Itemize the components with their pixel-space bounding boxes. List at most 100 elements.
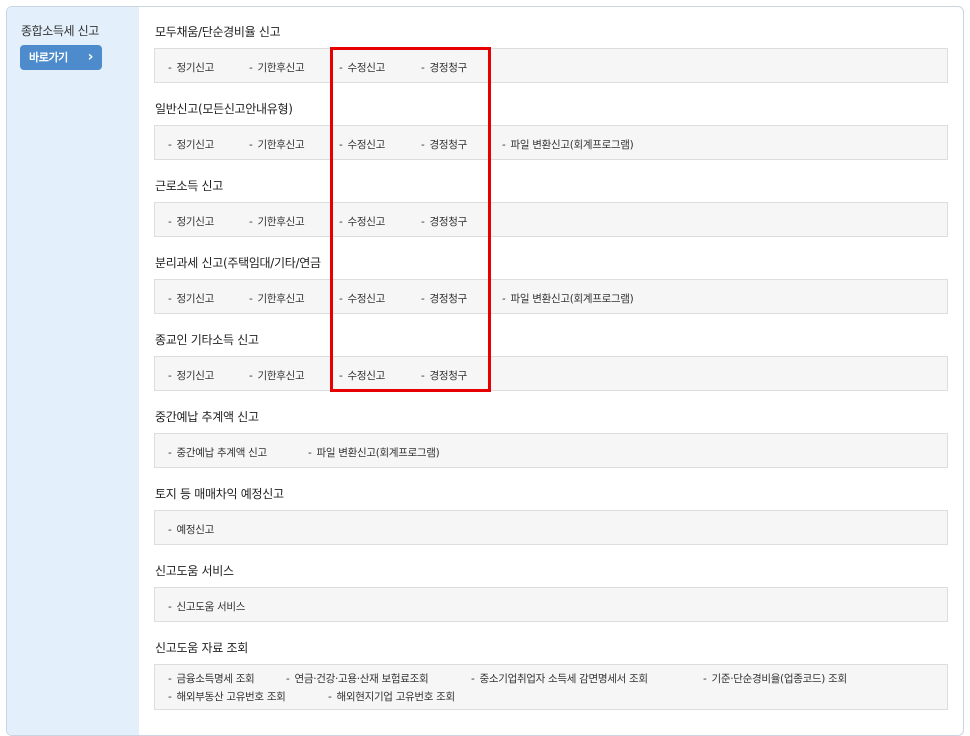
- filing-link-label: 수정신고: [347, 216, 386, 228]
- filing-link[interactable]: - 수정신고: [339, 137, 385, 152]
- dash-bullet: -: [339, 62, 343, 74]
- dash-bullet: -: [339, 139, 343, 151]
- filing-link-label: 경정청구: [429, 62, 468, 74]
- filing-link-label: 경정청구: [429, 293, 468, 305]
- filing-link[interactable]: - 기한후신고: [249, 60, 305, 75]
- section-link-box: - 정기신고 - 기한후신고 - 수정신고 - 경정청구 - 파일 변환신고(회계프로그램): [154, 279, 948, 314]
- dash-bullet: -: [168, 691, 172, 703]
- filing-link-label: 경정청구: [429, 216, 468, 228]
- filing-link-label: 정기신고: [176, 370, 215, 382]
- filing-link[interactable]: - 정기신고: [168, 214, 214, 229]
- section-link-box: - 신고도움 서비스: [154, 587, 948, 622]
- filing-link[interactable]: - 중소기업취업자 소득세 감면명세서 조회: [471, 671, 648, 686]
- sidebar: 종합소득세 신고 바로가기 ›: [7, 7, 139, 735]
- dash-bullet: -: [168, 293, 172, 305]
- dash-bullet: -: [421, 139, 425, 151]
- filing-link-label: 파일 변환신고(회계프로그램): [510, 139, 634, 151]
- filing-link-label: 수정신고: [347, 293, 386, 305]
- dash-bullet: -: [339, 216, 343, 228]
- filing-link[interactable]: - 기한후신고: [249, 214, 305, 229]
- dash-bullet: -: [286, 673, 290, 685]
- filing-link[interactable]: - 경정청구: [421, 291, 467, 306]
- filing-link[interactable]: - 기한후신고: [249, 137, 305, 152]
- filing-link[interactable]: - 수정신고: [339, 60, 385, 75]
- filing-link[interactable]: - 경정청구: [421, 368, 467, 383]
- section-link-box: - 정기신고 - 기한후신고 - 수정신고 - 경정청구 - 파일 변환신고(회계프로그램): [154, 125, 948, 160]
- filing-link-label: 경정청구: [429, 139, 468, 151]
- dash-bullet: -: [421, 216, 425, 228]
- dash-bullet: -: [249, 293, 253, 305]
- filing-link-label: 정기신고: [176, 62, 215, 74]
- filing-link-label: 기한후신고: [257, 62, 305, 74]
- filing-link[interactable]: - 해외부동산 고유번호 조회: [168, 689, 286, 704]
- section-title: 종교인 기타소득 신고: [155, 333, 259, 347]
- filing-link-label: 중소기업취업자 소득세 감면명세서 조회: [479, 673, 649, 685]
- filing-link[interactable]: - 수정신고: [339, 368, 385, 383]
- dash-bullet: -: [502, 139, 506, 151]
- filing-link[interactable]: - 경정청구: [421, 60, 467, 75]
- chevron-right-icon: ›: [87, 49, 94, 65]
- dash-bullet: -: [471, 673, 475, 685]
- filing-link[interactable]: - 중간예납 추계액 신고: [168, 445, 267, 460]
- filing-link-label: 기준·단순경비율(업종코드) 조회: [711, 673, 848, 685]
- filing-link[interactable]: - 연금·건강·고용·산재 보험료조회: [286, 671, 429, 686]
- section-title: 토지 등 매매차익 예정신고: [155, 487, 284, 501]
- filing-link[interactable]: - 기한후신고: [249, 368, 305, 383]
- filing-link-label: 기한후신고: [257, 293, 305, 305]
- section-link-box: - 금융소득명세 조회 - 연금·건강·고용·산재 보험료조회 - 중소기업취업자 소득세…: [154, 664, 948, 710]
- filing-link[interactable]: - 경정청구: [421, 214, 467, 229]
- filing-link[interactable]: - 정기신고: [168, 291, 214, 306]
- filing-link[interactable]: - 금융소득명세 조회: [168, 671, 255, 686]
- section-title: 근로소득 신고: [155, 179, 223, 193]
- dash-bullet: -: [703, 673, 707, 685]
- section-link-box: - 정기신고 - 기한후신고 - 수정신고 - 경정청구: [154, 202, 948, 237]
- filing-link[interactable]: - 정기신고: [168, 368, 214, 383]
- filing-link[interactable]: - 정기신고: [168, 60, 214, 75]
- dash-bullet: -: [168, 139, 172, 151]
- dash-bullet: -: [168, 524, 172, 536]
- section-title: 일반신고(모든신고안내유형): [155, 102, 293, 116]
- dash-bullet: -: [249, 216, 253, 228]
- filing-link-label: 경정청구: [429, 370, 468, 382]
- section-link-box: - 정기신고 - 기한후신고 - 수정신고 - 경정청구: [154, 48, 948, 83]
- filing-link-label: 정기신고: [176, 216, 215, 228]
- section-title: 중간예납 추계액 신고: [155, 410, 259, 424]
- dash-bullet: -: [249, 62, 253, 74]
- section-link-box: - 정기신고 - 기한후신고 - 수정신고 - 경정청구: [154, 356, 948, 391]
- dash-bullet: -: [249, 370, 253, 382]
- filing-link[interactable]: - 기준·단순경비율(업종코드) 조회: [703, 671, 847, 686]
- filing-link[interactable]: - 신고도움 서비스: [168, 599, 245, 614]
- dash-bullet: -: [339, 293, 343, 305]
- filing-link-label: 기한후신고: [257, 139, 305, 151]
- section-title: 모두채움/단순경비율 신고: [155, 25, 281, 39]
- filing-link[interactable]: - 파일 변환신고(회계프로그램): [308, 445, 440, 460]
- filing-link-label: 정기신고: [176, 293, 215, 305]
- dash-bullet: -: [421, 62, 425, 74]
- dash-bullet: -: [308, 447, 312, 459]
- dash-bullet: -: [168, 673, 172, 685]
- filing-link[interactable]: - 파일 변환신고(회계프로그램): [502, 137, 634, 152]
- filing-link[interactable]: - 기한후신고: [249, 291, 305, 306]
- filing-link[interactable]: - 수정신고: [339, 291, 385, 306]
- filing-link[interactable]: - 파일 변환신고(회계프로그램): [502, 291, 634, 306]
- filing-link-label: 금융소득명세 조회: [176, 673, 255, 685]
- dash-bullet: -: [168, 601, 172, 613]
- dash-bullet: -: [168, 370, 172, 382]
- filing-link[interactable]: - 경정청구: [421, 137, 467, 152]
- go-button-label: 바로가기: [29, 51, 68, 64]
- filing-link-label: 수정신고: [347, 62, 386, 74]
- filing-link-label: 해외현지기업 고유번호 조회: [336, 691, 456, 703]
- dash-bullet: -: [168, 447, 172, 459]
- go-button[interactable]: 바로가기 ›: [20, 45, 102, 70]
- filing-link-label: 정기신고: [176, 139, 215, 151]
- section-link-box: - 중간예납 추계액 신고 - 파일 변환신고(회계프로그램): [154, 433, 948, 468]
- filing-link[interactable]: - 해외현지기업 고유번호 조회: [328, 689, 455, 704]
- filing-link[interactable]: - 예정신고: [168, 522, 214, 537]
- filing-link-label: 예정신고: [176, 524, 215, 536]
- filing-link-label: 파일 변환신고(회계프로그램): [510, 293, 634, 305]
- filing-link-label: 수정신고: [347, 139, 386, 151]
- section-title: 신고도움 자료 조회: [155, 641, 248, 655]
- filing-link[interactable]: - 수정신고: [339, 214, 385, 229]
- filing-link[interactable]: - 정기신고: [168, 137, 214, 152]
- section-link-box: - 예정신고: [154, 510, 948, 545]
